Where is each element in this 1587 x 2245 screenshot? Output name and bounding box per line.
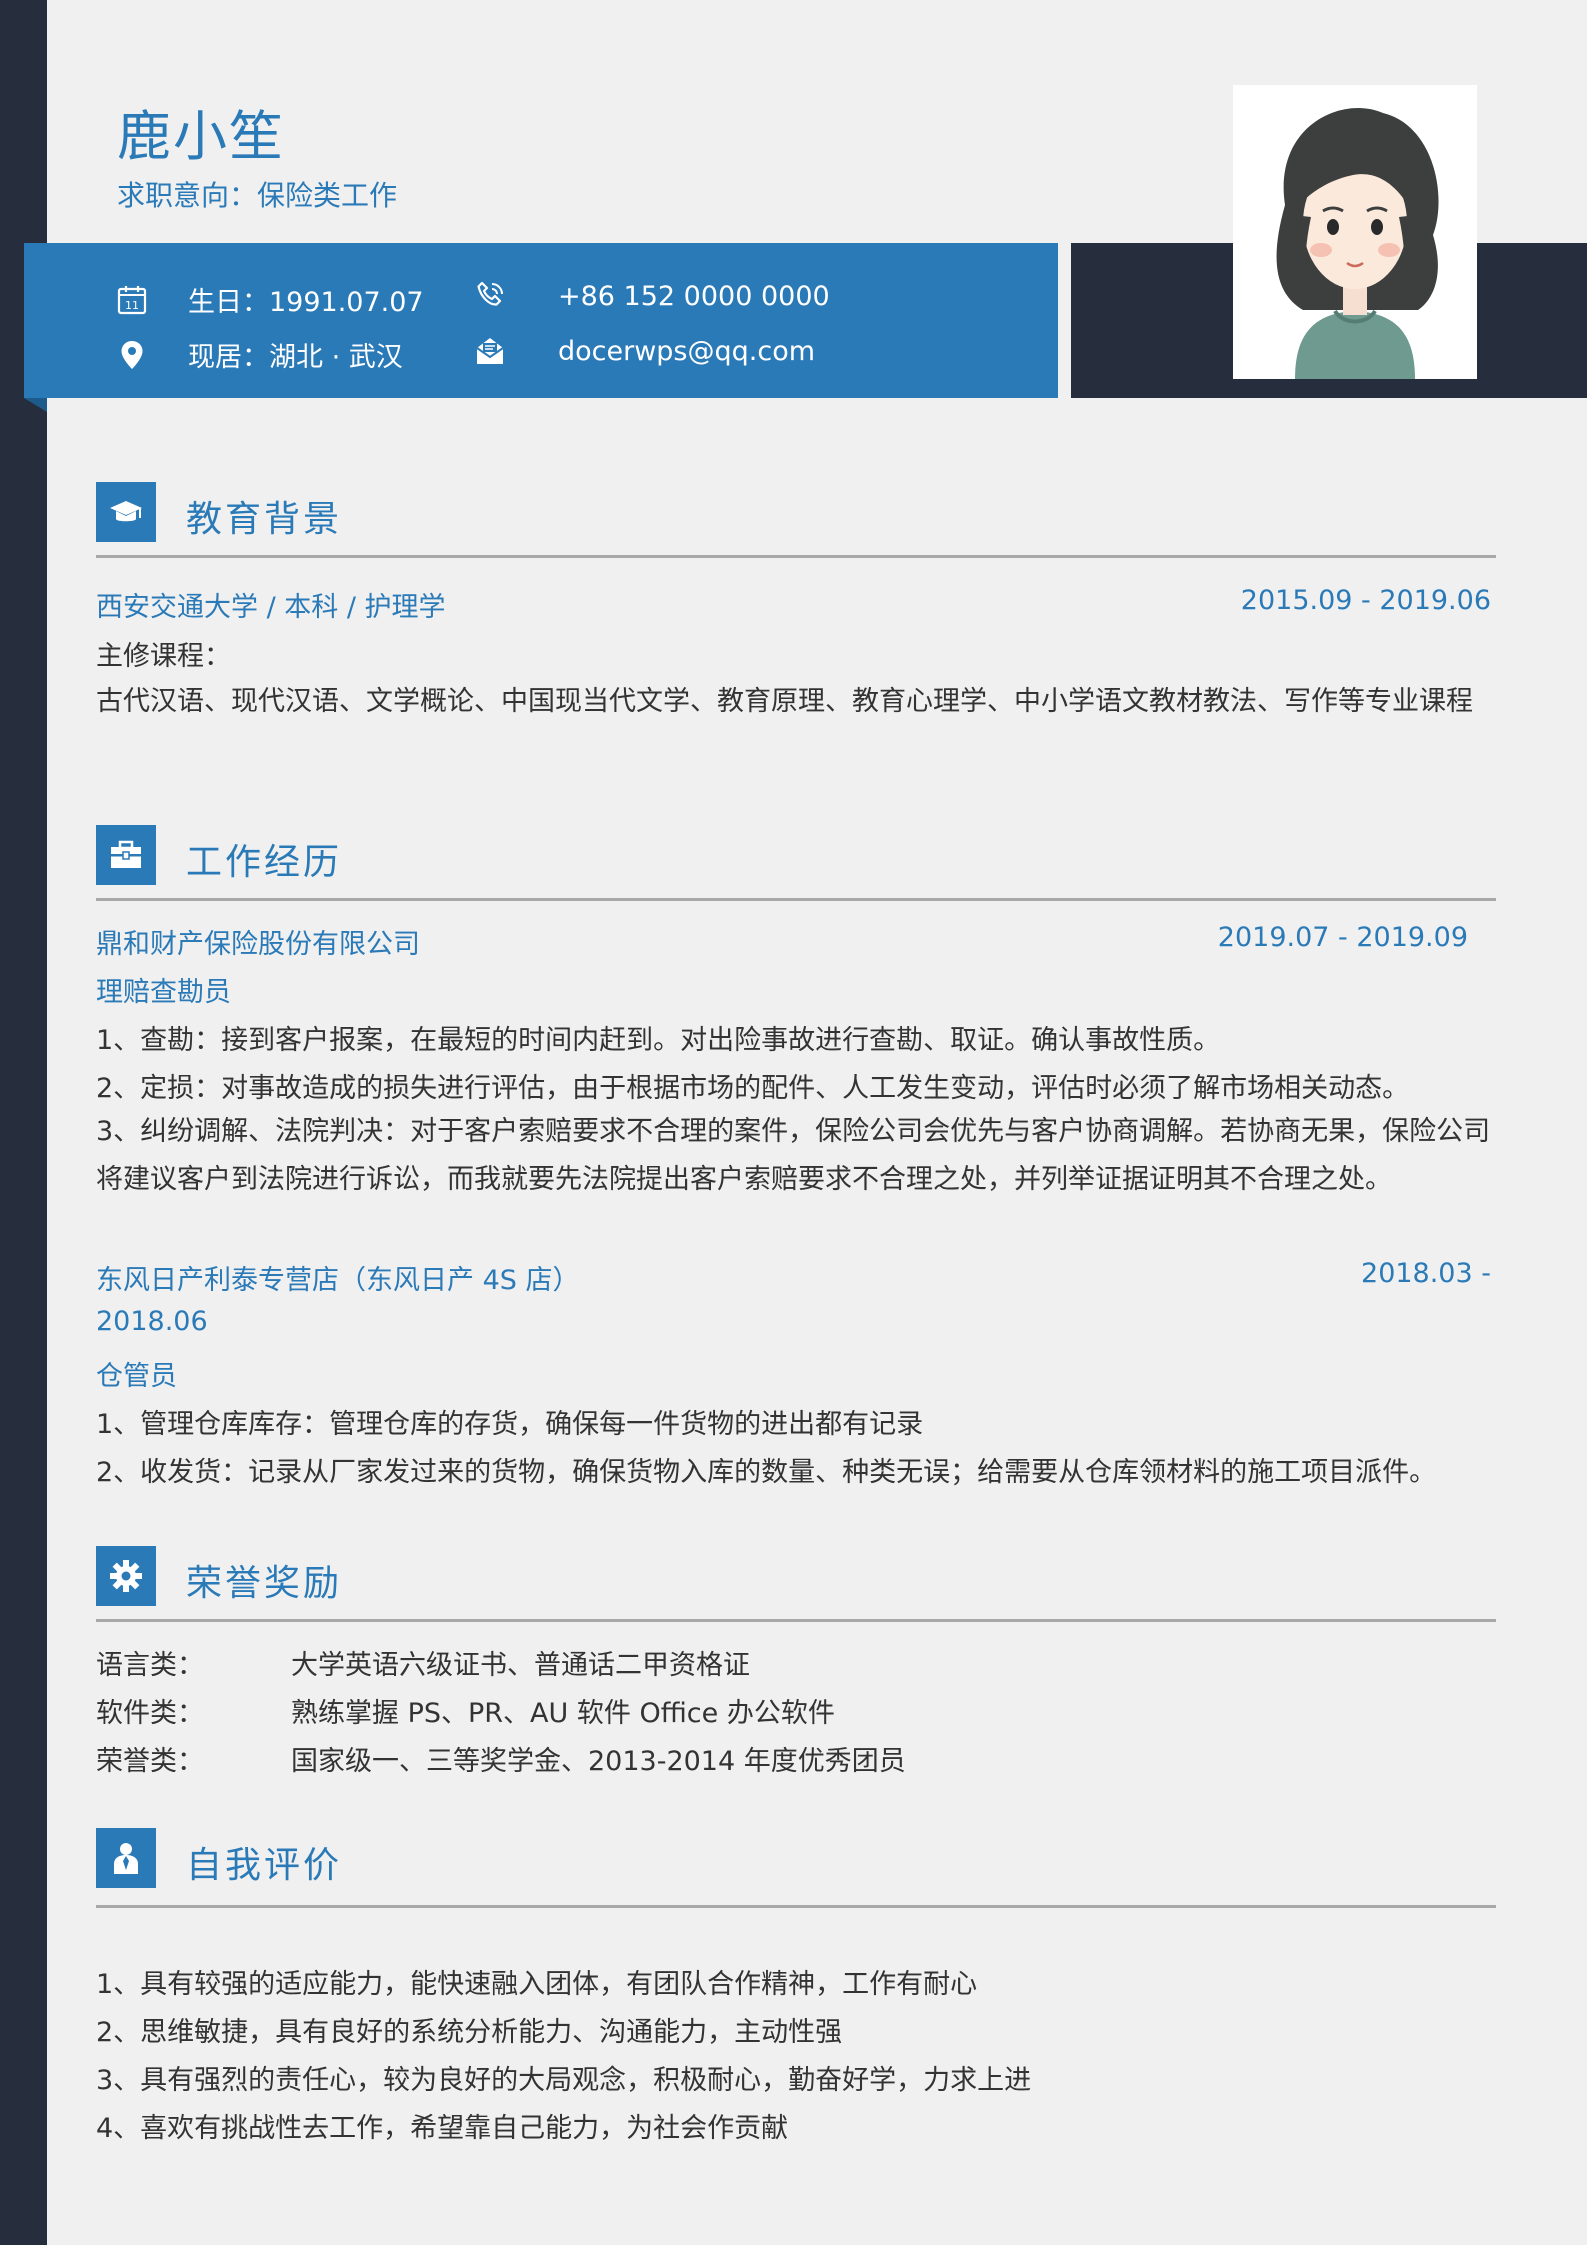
phone-icon [477, 281, 503, 306]
job2-duty-1: 1、管理仓库库存：管理仓库的存货，确保每一件货物的进出都有记录 [96, 1409, 924, 1440]
job2-period-start: 2018.03 - [1361, 1258, 1491, 1289]
self-eval-item-2: 2、思维敏捷，具有良好的系统分析能力、沟通能力，主动性强 [96, 2017, 843, 2048]
honor-1-value: 大学英语六级证书、普通话二甲资格证 [291, 1650, 750, 1681]
honor-2-label: 软件类： [96, 1698, 204, 1729]
email-item: docerwps@qq.com [474, 335, 815, 367]
honors-title: 荣誉奖励 [186, 1563, 343, 1604]
band-fold-decoration [24, 398, 47, 412]
self-eval-icon-box [96, 1828, 156, 1888]
birthday-item: 11 生日：1991.07.07 [116, 280, 424, 319]
job2-duty-2: 2、收发货：记录从厂家发过来的货物，确保货物入库的数量、种类无误；给需要从仓库领… [96, 1457, 1437, 1488]
honor-1-label: 语言类： [96, 1650, 204, 1681]
work-title: 工作经历 [186, 842, 343, 883]
work-section-header: 工作经历 [96, 825, 1496, 889]
phone-text: +86 152 0000 0000 [558, 280, 830, 312]
honor-2-value: 熟练掌握 PS、PR、AU 软件 Office 办公软件 [291, 1698, 835, 1729]
work-divider [96, 898, 1496, 901]
email-icon [476, 338, 504, 364]
courses-label: 主修课程： [96, 641, 231, 672]
location-item: 现居：湖北 · 武汉 [116, 335, 403, 374]
person-icon [114, 1843, 138, 1874]
self-eval-item-3: 3、具有强烈的责任心，较为良好的大局观念，积极耐心，勤奋好学，力求上进 [96, 2065, 1032, 2096]
contact-band [24, 243, 1058, 398]
job1-period: 2019.07 - 2019.09 [1217, 922, 1468, 953]
honors-divider [96, 1619, 1496, 1622]
birthday-text: 生日：1991.07.07 [188, 287, 424, 318]
job1-duty-2: 2、定损：对事故造成的损失进行评估，由于根据市场的配件、人工发生变动，评估时必须… [96, 1073, 1410, 1104]
graduation-cap-icon [110, 501, 142, 522]
education-section-header: 教育背景 [96, 482, 1496, 546]
honors-icon-box [96, 1546, 156, 1606]
job1-duty-3: 3、纠纷调解、法院判决：对于客户索赔要求不合理的案件，保险公司会优先与客户协商调… [96, 1116, 1491, 1195]
avatar-illustration [1233, 85, 1477, 379]
location-text: 现居：湖北 · 武汉 [188, 342, 403, 373]
briefcase-icon [111, 840, 141, 868]
job1-company: 鼎和财产保险股份有限公司 [96, 929, 420, 960]
location-pin-icon [121, 340, 143, 369]
gear-icon [110, 1560, 142, 1592]
phone-item: +86 152 0000 0000 [474, 280, 830, 312]
education-divider [96, 555, 1496, 558]
education-school-line: 西安交通大学 / 本科 / 护理学 [96, 592, 446, 623]
honor-3-value: 国家级一、三等奖学金、2013-2014 年度优秀团员 [291, 1746, 906, 1777]
svg-text:11: 11 [125, 299, 139, 312]
honors-section-header: 荣誉奖励 [96, 1546, 1496, 1610]
job2-company: 东风日产利泰专营店（东风日产 4S 店） [96, 1265, 580, 1296]
job-objective: 求职意向：保险类工作 [117, 179, 398, 212]
job2-period-end: 2018.06 [96, 1306, 208, 1337]
courses-text: 古代汉语、现代汉语、文学概论、中国现当代文学、教育原理、教育心理学、中小学语文教… [96, 686, 1473, 717]
self-eval-section-header: 自我评价 [96, 1828, 1496, 1892]
email-text: docerwps@qq.com [558, 335, 816, 367]
job1-duty-1: 1、查勘：接到客户报案，在最短的时间内赶到。对出险事故进行查勘、取证。确认事故性… [96, 1025, 1221, 1056]
candidate-name: 鹿小笙 [117, 105, 285, 168]
self-eval-divider [96, 1905, 1496, 1908]
profile-photo [1233, 85, 1477, 379]
education-icon-box [96, 482, 156, 542]
self-eval-item-4: 4、喜欢有挑战性去工作，希望靠自己能力，为社会作贡献 [96, 2113, 789, 2144]
self-eval-title: 自我评价 [186, 1845, 343, 1886]
honor-3-label: 荣誉类： [96, 1746, 204, 1777]
job1-role: 理赔查勘员 [96, 977, 231, 1008]
calendar-icon: 11 [117, 285, 147, 314]
education-period: 2015.09 - 2019.06 [1240, 585, 1491, 616]
self-eval-item-1: 1、具有较强的适应能力，能快速融入团体，有团队合作精神，工作有耐心 [96, 1969, 978, 2000]
work-icon-box [96, 825, 156, 885]
education-title: 教育背景 [186, 499, 343, 540]
job2-role: 仓管员 [96, 1361, 177, 1392]
